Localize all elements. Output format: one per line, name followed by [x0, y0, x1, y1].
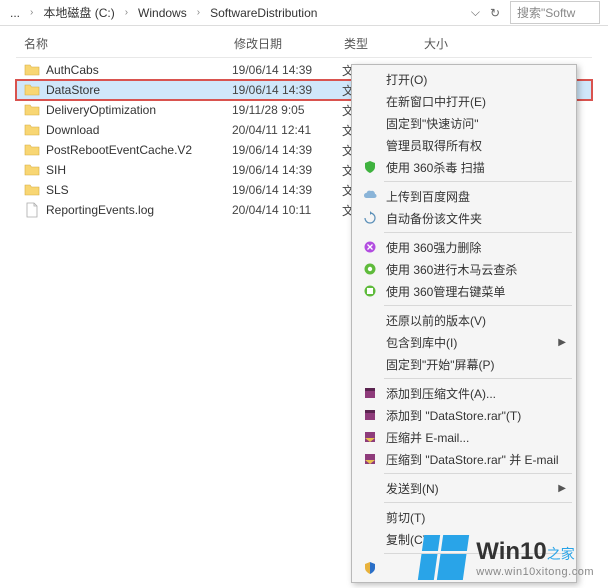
file-name: AuthCabs: [46, 63, 232, 77]
menu-include-library[interactable]: 包含到库中(I)▶: [354, 331, 574, 353]
uac-shield-icon: [360, 560, 380, 576]
refresh-icon: [360, 210, 380, 226]
menu-separator: [384, 305, 572, 306]
menu-cut[interactable]: 剪切(T): [354, 506, 574, 528]
menu-360-scan[interactable]: 使用 360杀毒 扫描: [354, 156, 574, 178]
archive-icon: [360, 385, 380, 401]
folder-icon: [24, 162, 40, 178]
breadcrumb[interactable]: ...: [8, 6, 22, 20]
col-size[interactable]: 大小: [424, 35, 484, 52]
watermark-subtitle: 之家: [547, 546, 575, 562]
menu-open-new-window[interactable]: 在新窗口中打开(E): [354, 90, 574, 112]
folder-icon: [24, 142, 40, 158]
address-bar[interactable]: ... › 本地磁盘 (C:) › Windows › SoftwareDist…: [0, 0, 608, 26]
archive-mail-icon: [360, 451, 380, 467]
menu-compress-email[interactable]: 压缩并 E-mail...: [354, 426, 574, 448]
menu-compress-rar-email[interactable]: 压缩到 "DataStore.rar" 并 E-mail: [354, 448, 574, 470]
menu-send-to[interactable]: 发送到(N)▶: [354, 477, 574, 499]
breadcrumb[interactable]: SoftwareDistribution: [208, 6, 319, 20]
file-name: PostRebootEventCache.V2: [46, 143, 232, 157]
chevron-right-icon: ▶: [558, 337, 570, 348]
chevron-right-icon[interactable]: ›: [193, 7, 204, 18]
context-menu: 打开(O) 在新窗口中打开(E) 固定到"快速访问" 管理员取得所有权 使用 3…: [351, 64, 577, 583]
watermark-title: Win10: [476, 538, 546, 565]
file-name: SLS: [46, 183, 232, 197]
file-icon: [24, 202, 40, 218]
menu-separator: [384, 181, 572, 182]
menu-restore-versions[interactable]: 还原以前的版本(V): [354, 309, 574, 331]
file-date: 19/06/14 14:39: [232, 143, 342, 157]
search-input[interactable]: 搜索"Softw: [510, 1, 600, 24]
menu-add-archive[interactable]: 添加到压缩文件(A)...: [354, 382, 574, 404]
menu-add-rar[interactable]: 添加到 "DataStore.rar"(T): [354, 404, 574, 426]
file-date: 19/06/14 14:39: [232, 63, 342, 77]
menu-take-ownership[interactable]: 管理员取得所有权: [354, 134, 574, 156]
menu-360-trojan-scan[interactable]: 使用 360进行木马云查杀: [354, 258, 574, 280]
file-date: 20/04/11 12:41: [232, 123, 342, 137]
folder-icon: [24, 182, 40, 198]
menu-separator: [384, 502, 572, 503]
folder-icon: [24, 62, 40, 78]
breadcrumb[interactable]: 本地磁盘 (C:): [41, 4, 116, 21]
column-headers: 名称 修改日期 类型 大小: [16, 30, 592, 58]
breadcrumb[interactable]: Windows: [136, 6, 189, 20]
menu-auto-backup[interactable]: 自动备份该文件夹: [354, 207, 574, 229]
archive-icon: [360, 407, 380, 423]
file-date: 20/04/14 10:11: [232, 203, 342, 217]
menu-360-rightclick-manager[interactable]: 使用 360管理右键菜单: [354, 280, 574, 302]
delete-icon: [360, 239, 380, 255]
menu-separator: [384, 378, 572, 379]
col-name[interactable]: 名称: [24, 35, 234, 52]
file-name: DataStore: [46, 83, 232, 97]
dropdown-icon[interactable]: ⌵: [471, 5, 480, 20]
file-date: 19/06/14 14:39: [232, 83, 342, 97]
file-date: 19/06/14 14:39: [232, 183, 342, 197]
menu-upload-baidu[interactable]: 上传到百度网盘: [354, 185, 574, 207]
folder-icon: [24, 102, 40, 118]
chevron-right-icon[interactable]: ›: [26, 7, 37, 18]
file-name: DeliveryOptimization: [46, 103, 232, 117]
col-date[interactable]: 修改日期: [234, 35, 344, 52]
archive-mail-icon: [360, 429, 380, 445]
col-type[interactable]: 类型: [344, 35, 424, 52]
chevron-right-icon[interactable]: ›: [121, 7, 132, 18]
menu-pin-start[interactable]: 固定到"开始"屏幕(P): [354, 353, 574, 375]
scan-icon: [360, 261, 380, 277]
windows-logo-icon: [418, 535, 469, 580]
folder-icon: [24, 82, 40, 98]
menu-manage-icon: [360, 283, 380, 299]
folder-icon: [24, 122, 40, 138]
file-name: Download: [46, 123, 232, 137]
watermark-url: www.win10xitong.com: [476, 566, 594, 578]
menu-separator: [384, 473, 572, 474]
file-name: ReportingEvents.log: [46, 203, 232, 217]
menu-360-force-delete[interactable]: 使用 360强力删除: [354, 236, 574, 258]
watermark: Win10之家 www.win10xitong.com: [421, 535, 594, 580]
menu-pin-quick-access[interactable]: 固定到"快速访问": [354, 112, 574, 134]
chevron-right-icon: ▶: [558, 483, 570, 494]
file-date: 19/06/14 14:39: [232, 163, 342, 177]
cloud-upload-icon: [360, 188, 380, 204]
shield-icon: [360, 159, 380, 175]
file-date: 19/11/28 9:05: [232, 103, 342, 117]
file-name: SIH: [46, 163, 232, 177]
menu-separator: [384, 232, 572, 233]
refresh-icon[interactable]: ↻: [490, 6, 500, 20]
menu-open[interactable]: 打开(O): [354, 68, 574, 90]
